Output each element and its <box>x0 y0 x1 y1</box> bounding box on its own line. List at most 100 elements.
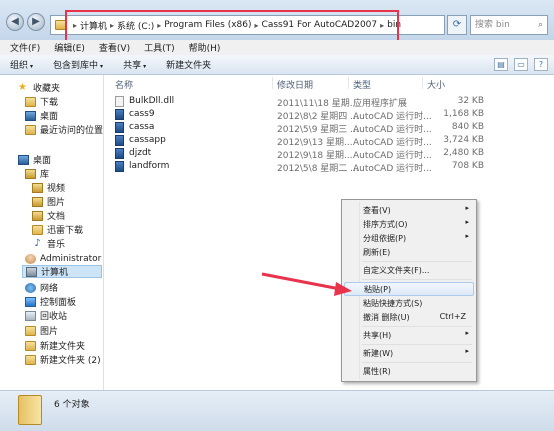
column-header-date[interactable]: 修改日期 <box>277 78 313 91</box>
menu-item-new[interactable]: 新建(W) ▸ <box>344 346 474 360</box>
file-row[interactable]: cassa 2012\5\9 星期三 ... AutoCAD 运行时... 84… <box>104 121 554 135</box>
chevron-down-icon: ▾ <box>30 63 34 70</box>
sidebar-item-videos[interactable]: 视频 <box>32 181 65 194</box>
sidebar-item-xunlei[interactable]: 迅雷下载 <box>32 223 83 236</box>
back-button[interactable]: ◀ <box>6 13 24 31</box>
autocad-file-icon <box>115 161 124 172</box>
sidebar-item-control-panel[interactable]: 控制面板 <box>25 295 76 308</box>
menu-edit[interactable]: 编辑(E) <box>54 41 85 54</box>
file-name: cass9 <box>129 109 155 119</box>
sidebar-item-music[interactable]: ♪ 音乐 <box>32 237 65 250</box>
file-name: cassa <box>129 122 155 132</box>
menu-file[interactable]: 文件(F) <box>10 41 40 54</box>
sidebar-item-network[interactable]: 网络 <box>25 281 58 294</box>
download-folder-icon <box>25 96 36 107</box>
search-placeholder: 搜索 bin <box>475 20 510 30</box>
sidebar-item-desktop-root[interactable]: 桌面 <box>18 153 51 166</box>
menu-item-customize[interactable]: 自定义文件夹(F)... <box>344 263 474 277</box>
file-row[interactable]: cass9 2012\8\2 星期四 ... AutoCAD 运行时... 1,… <box>104 108 554 122</box>
menu-item-paste[interactable]: 粘贴(P) <box>344 282 474 296</box>
folder-icon <box>25 325 36 336</box>
context-menu: 查看(V) ▸ 排序方式(O) ▸ 分组依据(P) ▸ 刷新(E) 自定义文件夹(F)… <box>341 199 477 382</box>
video-library-icon <box>32 182 43 193</box>
file-size: 3,724 KB <box>443 135 484 145</box>
file-list[interactable]: 名称 修改日期 类型 大小 BulkDll.dll 2011\11\18 星期.… <box>104 75 554 390</box>
sidebar-label: 网络 <box>40 284 59 294</box>
dll-file-icon <box>115 96 124 107</box>
file-row[interactable]: BulkDll.dll 2011\11\18 星期... 应用程序扩展 32 K… <box>104 95 554 109</box>
column-header-name[interactable]: 名称 <box>115 78 133 91</box>
column-header-size[interactable]: 大小 <box>427 78 445 91</box>
autocad-file-icon <box>115 122 124 133</box>
sidebar-item-new-folder[interactable]: 新建文件夹 <box>25 339 85 352</box>
sidebar-label: 回收站 <box>40 312 68 322</box>
preview-pane-icon[interactable]: ▭ <box>514 58 528 71</box>
search-input[interactable]: 搜索 bin ⌕ <box>470 15 548 35</box>
share-button[interactable]: 共享 ▾ <box>123 58 146 71</box>
sidebar-item-libraries[interactable]: 库 <box>25 167 49 180</box>
menu-item-properties[interactable]: 属性(R) <box>344 364 474 378</box>
file-row[interactable]: djzdt 2012\9\18 星期... AutoCAD 运行时... 2,4… <box>104 147 554 161</box>
sidebar-item-documents[interactable]: 文档 <box>32 209 65 222</box>
sidebar-item-pictures-folder[interactable]: 图片 <box>25 324 58 337</box>
sidebar-label: 桌面 <box>33 156 52 166</box>
sidebar-item-recent[interactable]: 最近访问的位置 <box>25 123 103 136</box>
menu-help[interactable]: 帮助(H) <box>189 41 221 54</box>
column-divider[interactable] <box>272 77 273 89</box>
file-size: 708 KB <box>451 161 484 171</box>
forward-button[interactable]: ▶ <box>27 13 45 31</box>
menu-item-sort[interactable]: 排序方式(O) ▸ <box>344 217 474 231</box>
menu-separator <box>362 326 472 327</box>
menu-separator <box>362 362 472 363</box>
menu-item-label: 排序方式(O) <box>363 220 408 229</box>
sidebar-item-pictures[interactable]: 图片 <box>32 195 65 208</box>
column-divider[interactable] <box>422 77 423 89</box>
navigation-pane: ★ 收藏夹 下载 桌面 最近访问的位置 桌面 库 视频 图片 文档 迅雷下载 ♪ 音… <box>0 75 104 390</box>
sidebar-label: 图片 <box>47 198 66 208</box>
sidebar-item-administrator[interactable]: Administrator <box>25 252 101 265</box>
menu-item-label: 撤消 删除(U) <box>363 313 410 322</box>
menu-item-shortcut: Ctrl+Z <box>439 312 466 321</box>
menu-item-paste-shortcut[interactable]: 粘贴快捷方式(S) <box>344 296 474 310</box>
organize-button[interactable]: 组织 ▾ <box>10 58 33 71</box>
menu-item-label: 粘贴快捷方式(S) <box>363 299 423 308</box>
help-icon[interactable]: ? <box>534 58 548 71</box>
library-icon <box>25 168 36 179</box>
menu-item-label: 刷新(E) <box>363 248 391 257</box>
menu-item-label: 属性(R) <box>363 367 391 376</box>
menu-item-refresh[interactable]: 刷新(E) <box>344 245 474 259</box>
sidebar-item-recycle-bin[interactable]: 回收站 <box>25 309 67 322</box>
column-header-type[interactable]: 类型 <box>353 78 371 91</box>
menu-bar: 文件(F) 编辑(E) 查看(V) 工具(T) 帮助(H) <box>0 40 554 55</box>
sidebar-label: 新建文件夹 <box>40 342 86 352</box>
menu-item-view[interactable]: 查看(V) ▸ <box>344 203 474 217</box>
file-row[interactable]: landform 2012\5\8 星期二 ... AutoCAD 运行时...… <box>104 160 554 174</box>
menu-item-group[interactable]: 分组依据(P) ▸ <box>344 231 474 245</box>
file-size: 1,168 KB <box>443 109 484 119</box>
menu-item-share[interactable]: 共享(H) ▸ <box>344 328 474 342</box>
file-name: landform <box>129 161 170 171</box>
include-in-library-button[interactable]: 包含到库中 ▾ <box>53 58 103 71</box>
menu-separator <box>362 261 472 262</box>
sidebar-item-new-folder-2[interactable]: 新建文件夹 (2) <box>25 353 101 366</box>
sidebar-item-favorites[interactable]: ★ 收藏夹 <box>18 81 60 94</box>
menu-item-undo-delete[interactable]: 撤消 删除(U) Ctrl+Z <box>344 310 474 324</box>
menu-view[interactable]: 查看(V) <box>99 41 130 54</box>
menu-item-label: 共享(H) <box>363 331 392 340</box>
view-options-icon[interactable]: ▤ <box>494 58 508 71</box>
submenu-arrow-icon: ▸ <box>465 329 469 337</box>
sidebar-label: 新建文件夹 (2) <box>40 356 101 366</box>
refresh-button[interactable]: ⟳ <box>447 15 467 35</box>
column-divider[interactable] <box>348 77 349 89</box>
address-highlight-box <box>65 10 399 43</box>
new-folder-button[interactable]: 新建文件夹 <box>166 58 211 71</box>
sidebar-label: 控制面板 <box>40 298 77 308</box>
sidebar-item-desktop[interactable]: 桌面 <box>25 109 58 122</box>
file-row[interactable]: cassapp 2012\9\13 星期... AutoCAD 运行时... 3… <box>104 134 554 148</box>
menu-item-label: 分组依据(P) <box>363 234 407 243</box>
sidebar-item-computer[interactable]: 计算机 <box>22 265 102 278</box>
menu-tools[interactable]: 工具(T) <box>144 41 175 54</box>
chevron-down-icon: ▾ <box>143 63 147 70</box>
sidebar-item-downloads[interactable]: 下载 <box>25 95 58 108</box>
sidebar-label: 迅雷下载 <box>47 226 84 236</box>
